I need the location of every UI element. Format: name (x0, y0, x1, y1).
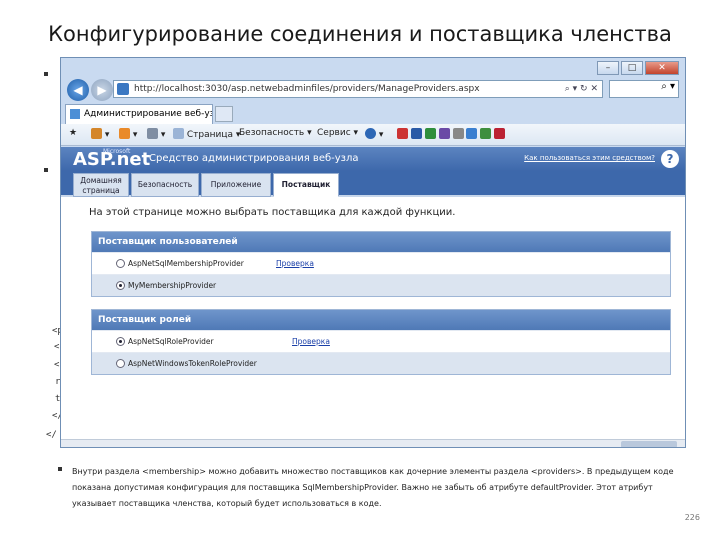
site-header: Microsoft ASP.net Средство администриров… (61, 147, 685, 171)
provider-radio-selected[interactable] (116, 281, 125, 290)
page-content: Microsoft ASP.net Средство администриров… (61, 147, 685, 447)
provider-name: AspNetSqlRoleProvider (128, 337, 214, 346)
page-menu[interactable]: Страница ▾ (173, 128, 240, 140)
bullet-2 (44, 168, 48, 172)
provider-radio[interactable] (116, 359, 125, 368)
home-icon[interactable]: ▾ (91, 128, 109, 140)
window-controls: – □ ✕ (597, 61, 679, 75)
provider-row: MyMembershipProvider (92, 274, 670, 296)
logo-brand: Microsoft (103, 148, 131, 155)
navigation-bar: ◀ ▶ http://localhost:3030/asp.netwebadmi… (63, 78, 683, 102)
help-circle-icon[interactable]: ? (661, 150, 679, 168)
tab-provider[interactable]: Поставщик (273, 173, 339, 197)
service-menu-label: Сервис (317, 128, 351, 138)
new-tab-button[interactable] (215, 106, 233, 122)
slide-title: Конфигурирование соединения и поставщика… (48, 22, 672, 46)
command-bar: ★ ▾ ▾ ▾ Страница ▾ Безопасность ▾ Сервис… (61, 124, 685, 146)
site-title: Средство администрирования веб-узла (149, 153, 359, 164)
refresh-stop-icons[interactable]: ⌕ ▾ ↻ ✕ (565, 81, 598, 97)
help-link[interactable]: Как пользоваться этим средством? (524, 154, 655, 162)
tab-application[interactable]: Приложение (201, 173, 271, 197)
bullet-1 (44, 72, 48, 76)
address-url: http://localhost:3030/asp.netwebadminfil… (134, 84, 480, 94)
test-link[interactable]: Проверка (292, 331, 330, 353)
provider-radio[interactable] (116, 259, 125, 268)
service-menu[interactable]: Сервис ▾ (317, 128, 358, 138)
browser-window: – □ ✕ ◀ ▶ http://localhost:3030/asp.netw… (60, 57, 686, 448)
provider-name: AspNetWindowsTokenRoleProvider (128, 359, 257, 368)
tab-label: Администрирование веб-уз... (84, 109, 213, 119)
code-fragment: < (54, 342, 60, 352)
code-fragment: < (54, 360, 60, 370)
favorites-star-icon[interactable]: ★ (69, 128, 77, 138)
bullet-3 (58, 467, 62, 471)
horizontal-scrollbar[interactable] (61, 439, 685, 447)
maximize-button[interactable]: □ (621, 61, 643, 75)
provider-row: AspNetWindowsTokenRoleProvider (92, 352, 670, 374)
provider-name: MyMembershipProvider (128, 281, 217, 290)
page-icon (117, 83, 129, 95)
forward-icon[interactable]: ▶ (91, 79, 113, 101)
search-icon[interactable]: ⌕ ▾ (661, 81, 675, 92)
provider-row: AspNetSqlMembershipProvider Проверка (92, 252, 670, 274)
tab-security[interactable]: Безопасность (131, 173, 199, 197)
test-link[interactable]: Проверка (276, 253, 314, 275)
role-providers-heading: Поставщик ролей (92, 310, 670, 330)
browser-tab[interactable]: Администрирование веб-уз... (65, 104, 213, 124)
help-icon[interactable]: ▾ (365, 128, 383, 140)
role-providers-panel: Поставщик ролей AspNetSqlRoleProvider Пр… (91, 309, 671, 375)
security-menu-label: Безопасность (239, 128, 305, 138)
page-menu-label: Страница (186, 130, 234, 140)
asp-net-logo: Microsoft ASP.net (73, 148, 150, 170)
code-fragment: </ (46, 430, 57, 440)
close-button[interactable]: ✕ (645, 61, 679, 75)
search-input[interactable]: ⌕ ▾ (609, 80, 679, 98)
minimize-button[interactable]: – (597, 61, 619, 75)
body-paragraph: Внутри раздела <membership> можно добави… (72, 467, 674, 508)
user-providers-heading: Поставщик пользователей (92, 232, 670, 252)
provider-radio-selected[interactable] (116, 337, 125, 346)
page-number: 226 (684, 513, 700, 522)
scrollbar-thumb[interactable] (621, 441, 677, 447)
print-icon[interactable]: ▾ (147, 128, 165, 140)
tab-home[interactable]: Домашняя страница (73, 173, 129, 197)
page-description: На этой странице можно выбрать поставщик… (89, 207, 456, 218)
tab-bar: Администрирование веб-уз... (61, 102, 685, 124)
security-menu[interactable]: Безопасность ▾ (239, 128, 312, 138)
site-tabs: Домашняя страница Безопасность Приложени… (61, 171, 685, 197)
address-bar[interactable]: http://localhost:3030/asp.netwebadminfil… (113, 80, 603, 98)
tab-icon (70, 109, 80, 119)
back-icon[interactable]: ◀ (67, 79, 89, 101)
toolbar-addon-icons[interactable] (397, 128, 506, 140)
provider-name: AspNetSqlMembershipProvider (128, 259, 244, 268)
user-providers-panel: Поставщик пользователей AspNetSqlMembers… (91, 231, 671, 297)
feeds-icon[interactable]: ▾ (119, 128, 137, 140)
provider-row: AspNetSqlRoleProvider Проверка (92, 330, 670, 352)
